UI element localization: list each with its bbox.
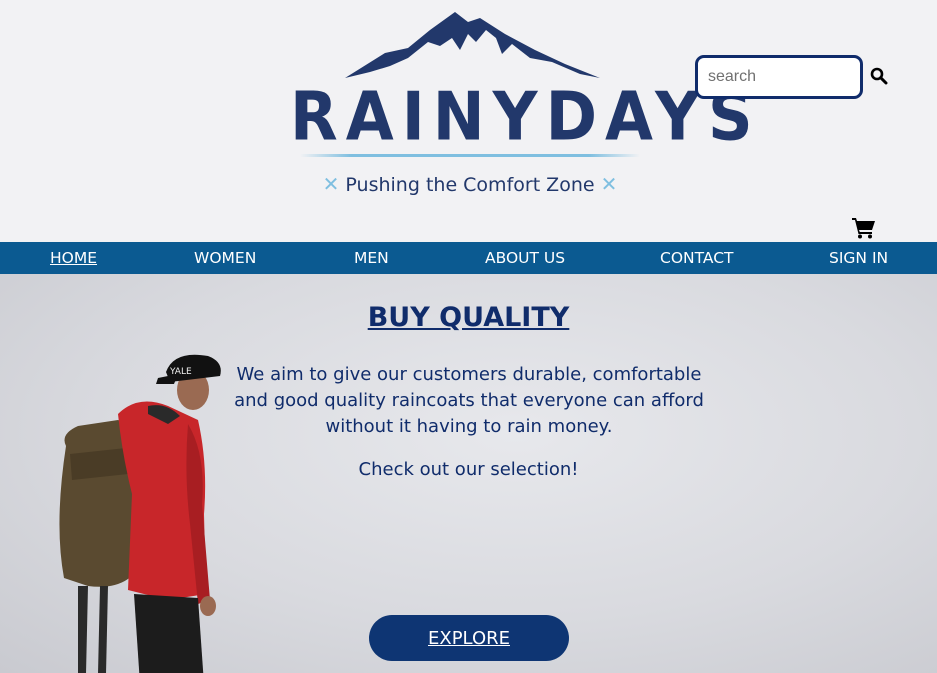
hero-hiker-image: YALE bbox=[59, 354, 221, 673]
logo-wordmark: RAINYDAYS bbox=[290, 77, 761, 156]
shopping-cart-icon[interactable] bbox=[852, 217, 876, 239]
nav-about-us[interactable]: ABOUT US bbox=[485, 242, 565, 274]
hero-title: BUY QUALITY bbox=[367, 302, 570, 333]
hero-subtitle: Check out our selection! bbox=[358, 459, 579, 480]
logo-tagline: ✕ Pushing the Comfort Zone ✕ bbox=[290, 172, 650, 196]
hero-description: We aim to give our customers durable, co… bbox=[234, 364, 704, 437]
nav-sign-in[interactable]: SIGN IN bbox=[829, 242, 888, 274]
cap-text: YALE bbox=[169, 367, 192, 377]
search-input[interactable] bbox=[695, 55, 863, 99]
nav-women[interactable]: WOMEN bbox=[194, 242, 256, 274]
main-nav: HOME WOMEN MEN ABOUT US CONTACT SIGN IN bbox=[0, 242, 937, 274]
search-icon[interactable] bbox=[870, 67, 888, 85]
cross-icon: ✕ bbox=[600, 172, 618, 196]
logo-underline bbox=[300, 154, 640, 157]
hero-section: YALE BUY QUALITY We aim to give our cust… bbox=[0, 274, 937, 673]
rainydays-logo[interactable]: RAINYDAYS ✕ Pushing the Comfort Zone ✕ bbox=[290, 8, 761, 208]
cross-icon: ✕ bbox=[322, 172, 340, 196]
nav-men[interactable]: MEN bbox=[354, 242, 389, 274]
explore-button[interactable]: EXPLORE bbox=[369, 615, 569, 661]
nav-contact[interactable]: CONTACT bbox=[660, 242, 734, 274]
nav-home[interactable]: HOME bbox=[50, 242, 97, 274]
search-box bbox=[695, 55, 888, 99]
site-header: RAINYDAYS ✕ Pushing the Comfort Zone ✕ bbox=[0, 0, 937, 242]
mountain-logo-icon bbox=[345, 12, 600, 78]
tagline-text: Pushing the Comfort Zone bbox=[345, 174, 595, 196]
